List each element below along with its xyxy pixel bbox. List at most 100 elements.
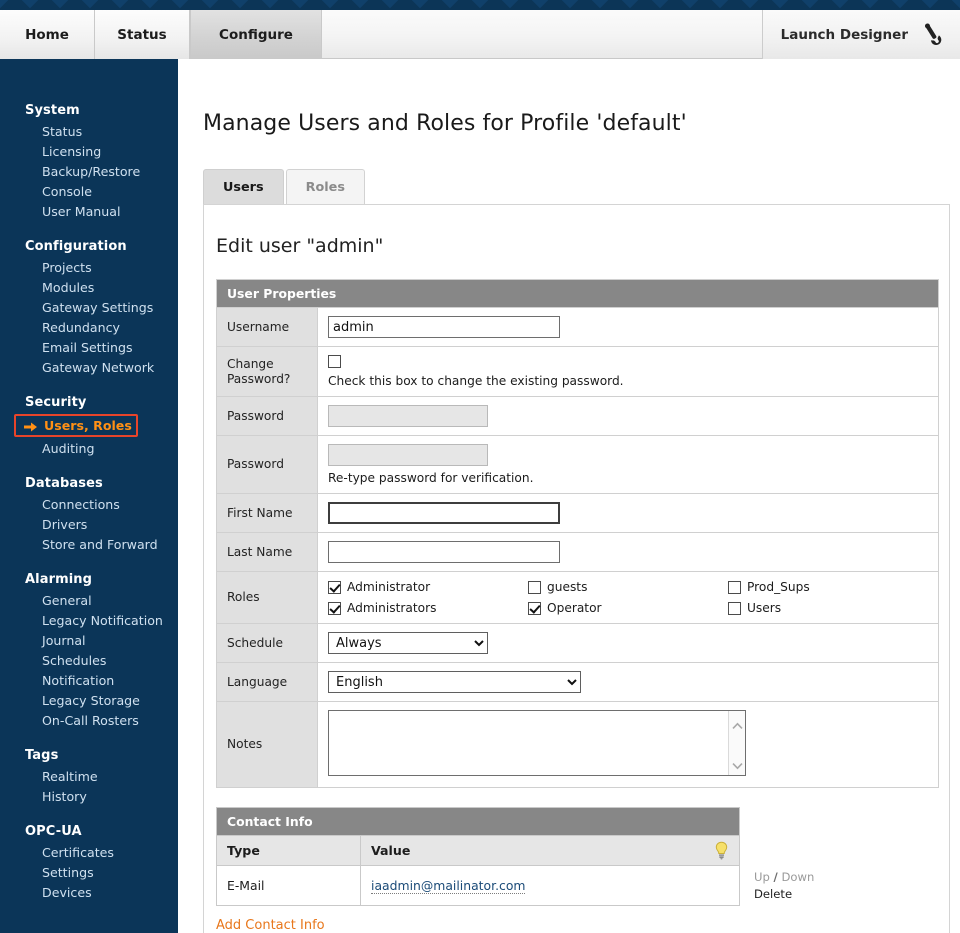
role-option-prod-sups[interactable]: Prod_Sups xyxy=(728,580,928,594)
sidebar-group-configuration: Configuration Projects Modules Gateway S… xyxy=(0,239,178,377)
sidebar-item-email-settings[interactable]: Email Settings xyxy=(0,337,178,357)
roles-checkbox-grid: Administrator guests Prod_Sups xyxy=(328,580,928,615)
tab-users-label: Users xyxy=(223,180,264,195)
sidebar-item-redundancy[interactable]: Redundancy xyxy=(0,317,178,337)
cell-notes xyxy=(318,702,939,788)
contact-up-link[interactable]: Up xyxy=(754,870,770,884)
nav-tab-status[interactable]: Status xyxy=(95,10,190,59)
sidebar-item-notification[interactable]: Notification xyxy=(0,670,178,690)
user-properties-header-row: User Properties xyxy=(217,280,939,308)
sidebar-item-general[interactable]: General xyxy=(0,590,178,610)
launch-designer-area[interactable]: Launch Designer xyxy=(762,10,960,59)
sidebar-item-users-roles[interactable]: Users, Roles xyxy=(14,414,138,437)
lightbulb-icon[interactable] xyxy=(714,841,729,860)
notes-scrollbar[interactable] xyxy=(728,711,745,775)
notes-textarea[interactable] xyxy=(328,710,746,776)
sidebar-item-licensing[interactable]: Licensing xyxy=(0,141,178,161)
sidebar-item-status[interactable]: Status xyxy=(0,121,178,141)
nav-tab-configure[interactable]: Configure xyxy=(190,10,322,59)
password-input[interactable] xyxy=(328,405,488,427)
role-option-administrators[interactable]: Administrators xyxy=(328,601,528,615)
contact-column-type: Type xyxy=(217,836,361,866)
role-label-administrators: Administrators xyxy=(347,601,436,615)
sidebar-item-modules[interactable]: Modules xyxy=(0,277,178,297)
row-password: Password xyxy=(217,397,939,436)
contact-delete-link[interactable]: Delete xyxy=(754,886,814,903)
sidebar-item-connections[interactable]: Connections xyxy=(0,494,178,514)
sidebar-item-legacy-storage[interactable]: Legacy Storage xyxy=(0,690,178,710)
sidebar-item-settings[interactable]: Settings xyxy=(0,862,178,882)
sidebar-group-security: Security Users, Roles Auditing xyxy=(0,395,178,458)
role-option-users[interactable]: Users xyxy=(728,601,928,615)
password-confirm-input[interactable] xyxy=(328,444,488,466)
sidebar-item-gateway-network[interactable]: Gateway Network xyxy=(0,357,178,377)
role-option-operator[interactable]: Operator xyxy=(528,601,728,615)
sidebar-item-gateway-settings[interactable]: Gateway Settings xyxy=(0,297,178,317)
first-name-input[interactable] xyxy=(328,502,560,524)
contact-info-header-label: Contact Info xyxy=(217,808,740,836)
main-nav-tabs: Home Status Configure xyxy=(0,10,322,59)
sidebar-item-certificates[interactable]: Certificates xyxy=(0,842,178,862)
top-banner-stripe xyxy=(0,0,960,10)
sidebar-item-history[interactable]: History xyxy=(0,786,178,806)
launch-designer-label[interactable]: Launch Designer xyxy=(781,27,908,43)
nav-tab-configure-label: Configure xyxy=(219,27,293,43)
chevron-down-icon[interactable] xyxy=(732,759,743,767)
role-checkbox-administrators[interactable] xyxy=(328,602,341,615)
sidebar-item-console[interactable]: Console xyxy=(0,181,178,201)
contact-column-value: Value xyxy=(361,836,740,866)
sidebar-item-on-call-rosters[interactable]: On-Call Rosters xyxy=(0,710,178,730)
sidebar-item-drivers[interactable]: Drivers xyxy=(0,514,178,534)
role-checkbox-guests[interactable] xyxy=(528,581,541,594)
wrench-icon xyxy=(920,21,946,49)
role-label-prod-sups: Prod_Sups xyxy=(747,580,810,594)
role-option-administrator[interactable]: Administrator xyxy=(328,580,528,594)
password-confirm-hint: Re-type password for verification. xyxy=(328,471,928,485)
contact-info-header-row: Contact Info xyxy=(217,808,740,836)
nav-tab-home[interactable]: Home xyxy=(0,10,95,59)
sidebar-item-journal[interactable]: Journal xyxy=(0,630,178,650)
sidebar-group-system: System Status Licensing Backup/Restore C… xyxy=(0,103,178,221)
last-name-input[interactable] xyxy=(328,541,560,563)
sidebar-group-tags: Tags Realtime History xyxy=(0,748,178,806)
schedule-select[interactable]: Always xyxy=(328,632,488,654)
tab-users[interactable]: Users xyxy=(203,169,284,204)
sidebar-item-schedules[interactable]: Schedules xyxy=(0,650,178,670)
language-select[interactable]: English xyxy=(328,671,581,693)
contact-email-value[interactable]: iaadmin@mailinator.com xyxy=(371,878,525,894)
sidebar-item-store-and-forward[interactable]: Store and Forward xyxy=(0,534,178,554)
sidebar-item-auditing[interactable]: Auditing xyxy=(0,438,178,458)
sidebar-item-devices[interactable]: Devices xyxy=(0,882,178,902)
row-first-name: First Name xyxy=(217,494,939,533)
role-checkbox-users[interactable] xyxy=(728,602,741,615)
sidebar-item-realtime[interactable]: Realtime xyxy=(0,766,178,786)
main-navigation-bar: Home Status Configure Launch Designer xyxy=(0,10,960,59)
sidebar-item-projects[interactable]: Projects xyxy=(0,257,178,277)
change-password-checkbox[interactable] xyxy=(328,355,341,368)
sidebar-item-backup-restore[interactable]: Backup/Restore xyxy=(0,161,178,181)
chevron-up-icon[interactable] xyxy=(732,719,743,727)
role-checkbox-operator[interactable] xyxy=(528,602,541,615)
username-input[interactable] xyxy=(328,316,560,338)
tab-roles[interactable]: Roles xyxy=(286,169,365,204)
row-notes: Notes xyxy=(217,702,939,788)
role-checkbox-administrator[interactable] xyxy=(328,581,341,594)
user-properties-table: User Properties Username Change Password… xyxy=(216,279,939,788)
row-change-password: Change Password? Check this box to chang… xyxy=(217,347,939,397)
sidebar-item-user-manual[interactable]: User Manual xyxy=(0,201,178,221)
tab-roles-label: Roles xyxy=(306,180,345,195)
edit-user-card: Edit user "admin" User Properties Userna… xyxy=(203,204,950,933)
add-contact-info-link[interactable]: Add Contact Info xyxy=(216,918,325,933)
sidebar-group-title-system: System xyxy=(0,103,178,121)
sidebar-item-legacy-notification[interactable]: Legacy Notification xyxy=(0,610,178,630)
role-option-guests[interactable]: guests xyxy=(528,580,728,594)
nav-tab-home-label: Home xyxy=(25,27,69,43)
row-last-name: Last Name xyxy=(217,533,939,572)
label-notes: Notes xyxy=(217,702,318,788)
contact-down-link[interactable]: Down xyxy=(781,870,814,884)
contact-move-actions: Up / Down xyxy=(754,869,814,886)
contact-info-column-row: Type Value xyxy=(217,836,740,866)
contact-info-table: Contact Info Type Value xyxy=(216,807,740,906)
contact-info-block: Contact Info Type Value xyxy=(216,807,939,906)
role-checkbox-prod-sups[interactable] xyxy=(728,581,741,594)
